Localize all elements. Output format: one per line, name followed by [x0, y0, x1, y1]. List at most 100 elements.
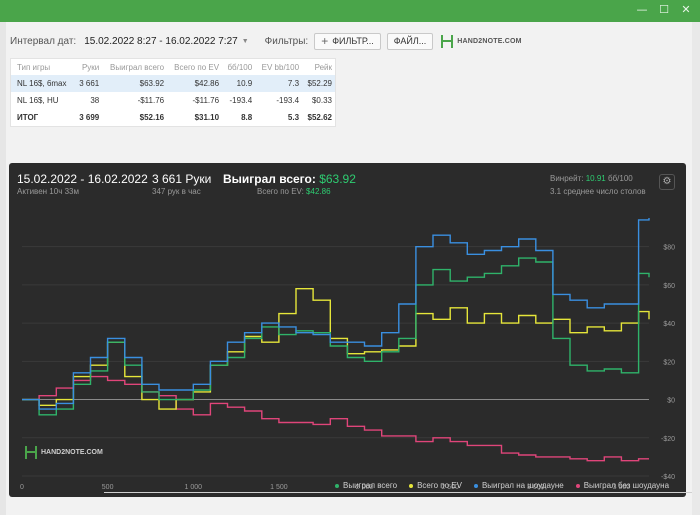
- chevron-down-icon[interactable]: ▼: [242, 38, 249, 45]
- maximize-button[interactable]: ☐: [656, 2, 672, 18]
- watermark-text: HAND2NOTE.COM: [41, 449, 103, 456]
- total-ev-value: $42.86: [306, 187, 331, 196]
- minimize-button[interactable]: —: [634, 2, 650, 18]
- legend-dot-non-showdown: [575, 483, 580, 488]
- legend-label-won: Выиграл всего: [343, 481, 398, 490]
- stats-table: Тип игры Руки Выиграл всего Всего по EV …: [10, 58, 336, 127]
- close-button[interactable]: ✕: [678, 2, 694, 18]
- status-divider: [104, 492, 692, 493]
- y-tick-label: $40: [663, 321, 675, 328]
- cell-bb100: -193.4: [229, 96, 253, 105]
- cell-game: ИТОГ: [17, 113, 39, 122]
- cell-evbb100: 7.3: [255, 75, 303, 92]
- cell-won: -$11.76: [137, 96, 165, 105]
- series-line-non-showdown: [22, 375, 649, 462]
- legend-dot-ev: [409, 483, 414, 488]
- date-range-label: Интервал дат:: [10, 35, 77, 47]
- total-won: Выиграл всего: $63.92: [223, 172, 356, 186]
- winrate: Винрейт: 10.91 бб/100: [550, 174, 633, 183]
- legend-item-showdown[interactable]: Выиграл на шоудауне: [473, 481, 564, 490]
- session-report: Интервал дат: 15.02.2022 8:27 - 16.02.20…: [6, 22, 692, 515]
- column-header-won[interactable]: Выиграл всего: [102, 59, 167, 75]
- cell-ev: -$11.76: [192, 96, 220, 105]
- y-tick-label: $20: [663, 359, 675, 366]
- legend-item-non-showdown[interactable]: Выиграл без шоудауна: [575, 481, 670, 490]
- date-range-picker[interactable]: 15.02.2022 8:27 - 16.02.2022 7:27: [84, 36, 237, 47]
- y-tick-label: $60: [663, 283, 675, 290]
- cell-rake: $52.29: [302, 75, 335, 92]
- graph-panel: $80 $60 $40 $20 $0 -$20 -$40 0 500 1 000 1 500 2 00…: [9, 163, 686, 497]
- right-scroll-rail[interactable]: [692, 22, 700, 515]
- y-tick-label: -$40: [661, 474, 675, 481]
- series-line-won: [22, 257, 650, 416]
- legend-dot-showdown: [473, 483, 478, 488]
- cell-won: $63.92: [102, 75, 168, 92]
- legend-label-ev: Всего по EV: [417, 481, 462, 490]
- hand2note-logo: HAND2NOTE.COM: [441, 34, 522, 48]
- hand2note-logo-icon: [441, 34, 454, 48]
- winrate-unit: бб/100: [607, 174, 633, 183]
- total-won-label: Выиграл всего:: [223, 172, 316, 186]
- cell-rake: $52.62: [307, 113, 332, 122]
- cell-hands: 3 699: [79, 113, 100, 122]
- column-header-evbb100[interactable]: EV bb/100: [255, 59, 302, 75]
- chart-legend: Выиграл всего Всего по EV Выиграл на шоу…: [335, 481, 681, 490]
- session-date-range: 15.02.2022 - 16.02.2022: [17, 172, 148, 186]
- cell-bb100: 10.9: [222, 75, 256, 92]
- table-row[interactable]: NL 16$, 6max 3 661 $63.92 $42.86 10.9 7.…: [11, 75, 335, 92]
- file-button[interactable]: ФАЙЛ...: [386, 32, 434, 50]
- settings-gear-icon[interactable]: ⚙: [659, 174, 675, 190]
- x-tick-label: 0: [20, 484, 24, 491]
- legend-item-won[interactable]: Выиграл всего: [335, 481, 397, 490]
- column-header-game[interactable]: Тип игры: [11, 59, 74, 75]
- legend-label-showdown: Выиграл на шоудауне: [481, 481, 564, 490]
- hands-count: 3 661 Руки: [152, 172, 212, 186]
- legend-label-non-showdown: Выиграл без шоудауна: [583, 481, 670, 490]
- legend-dot-won: [335, 483, 339, 488]
- y-tick-label: -$20: [661, 436, 675, 443]
- hand2note-logo-icon: [25, 446, 37, 459]
- y-tick-label: $0: [667, 398, 675, 405]
- column-header-rake[interactable]: Рейк: [302, 59, 335, 75]
- toolbar: Интервал дат: 15.02.2022 8:27 - 16.02.20…: [10, 32, 522, 50]
- add-filter-label: ФИЛЬТР...: [332, 36, 374, 46]
- cell-ev: $31.10: [194, 113, 220, 122]
- logo-text: HAND2NOTE.COM: [457, 37, 522, 45]
- y-tick-label: $80: [663, 245, 675, 252]
- column-header-hands[interactable]: Руки: [74, 59, 102, 75]
- cell-bb100: 8.8: [241, 113, 253, 122]
- table-total-row: ИТОГ 3 699 $52.16 $31.10 8.8 5.3 $52.62: [11, 109, 335, 126]
- series-line-ev: [22, 288, 650, 410]
- cell-won: $52.16: [139, 113, 165, 122]
- hands-per-hour: 347 рук в час: [152, 187, 201, 196]
- legend-item-ev[interactable]: Всего по EV: [409, 481, 462, 490]
- cell-game: NL 16$, HU: [17, 96, 59, 105]
- x-tick-label: 1 000: [184, 484, 202, 491]
- cell-rake: $0.33: [311, 96, 332, 105]
- column-header-ev[interactable]: Всего по EV: [167, 59, 222, 75]
- x-tick-label: 500: [102, 484, 114, 491]
- title-bar: — ☐ ✕: [0, 0, 700, 22]
- cell-ev: $42.86: [167, 75, 223, 92]
- x-tick-label: 1 500: [270, 484, 288, 491]
- active-duration: Активен 10ч 33м: [17, 187, 79, 196]
- cell-evbb100: -193.4: [276, 96, 300, 105]
- winrate-label: Винрейт:: [550, 174, 584, 183]
- cell-hands: 38: [90, 96, 100, 105]
- plus-icon: +: [321, 34, 329, 48]
- column-header-bb100[interactable]: бб/100: [222, 59, 255, 75]
- winrate-value: 10.91: [585, 174, 606, 183]
- total-ev: Всего по EV: $42.86: [257, 187, 331, 196]
- cell-hands: 3 661: [74, 75, 103, 92]
- cell-evbb100: 5.3: [287, 113, 300, 122]
- average-tables: 3.1 среднее число столов: [550, 187, 646, 196]
- add-filter-button[interactable]: + ФИЛЬТР...: [314, 32, 381, 50]
- watermark: HAND2NOTE.COM: [25, 446, 103, 459]
- table-row[interactable]: NL 16$, HU 38 -$11.76 -$11.76 -193.4 -19…: [11, 92, 335, 109]
- cell-game: NL 16$, 6max: [11, 75, 75, 92]
- profit-graph[interactable]: $80$60$40$20$0-$20-$400 500 1 000 1 500 2 00…: [9, 163, 686, 497]
- total-ev-label: Всего по EV:: [257, 187, 304, 196]
- total-won-value: $63.92: [319, 172, 356, 186]
- stats-header-row: Тип игры Руки Выиграл всего Всего по EV …: [11, 59, 335, 75]
- filters-label: Фильтры:: [264, 35, 309, 47]
